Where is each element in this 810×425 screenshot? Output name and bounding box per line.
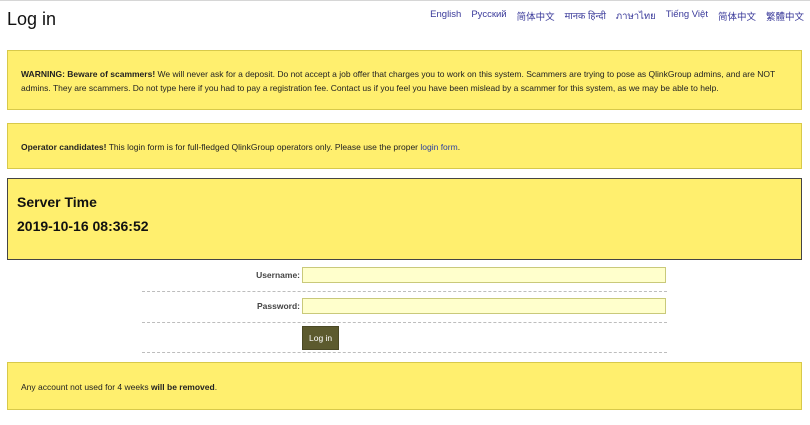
language-link-simplified-chinese[interactable]: 简体中文 [517, 9, 555, 24]
language-link-russian[interactable]: Русский [471, 9, 506, 24]
language-link-thai[interactable]: ภาษาไทย [616, 9, 656, 24]
username-label: Username: [256, 270, 300, 280]
username-row: Username: [142, 263, 667, 292]
submit-row: Log in [142, 323, 667, 353]
page-title: Log in [7, 9, 57, 29]
language-link-english[interactable]: English [430, 9, 461, 24]
operator-notice-text: This login form is for full-fledged Qlin… [106, 142, 421, 152]
login-form-link[interactable]: login form [420, 142, 457, 152]
account-removal-text: Any account not used for 4 weeks [21, 382, 151, 392]
server-time-value: 2019-10-16 08:36:52 [17, 218, 149, 234]
operator-notice-heading: Operator candidates! [21, 142, 107, 152]
operator-notice-box: Operator candidates! This login form is … [7, 123, 802, 169]
language-bar: English Русский 简体中文 मानक हिन्दी ภาษาไทย… [430, 9, 804, 24]
language-link-simplified-chinese-2[interactable]: 简体中文 [718, 9, 756, 24]
login-button[interactable]: Log in [302, 326, 340, 350]
username-input[interactable] [302, 267, 666, 283]
language-link-hindi[interactable]: मानक हिन्दी [565, 9, 606, 24]
language-link-traditional-chinese[interactable]: 繁體中文 [766, 9, 804, 24]
operator-notice-text-end: . [457, 142, 461, 152]
server-time-title: Server Time [17, 194, 97, 210]
account-removal-notice-box: Any account not used for 4 weeks will be… [7, 362, 802, 410]
scam-warning-box: WARNING: Beware of scammers! We will nev… [7, 50, 802, 110]
language-link-vietnamese[interactable]: Tiếng Việt [666, 9, 708, 24]
scam-warning-heading: WARNING: Beware of scammers! [21, 69, 156, 79]
top-divider [0, 0, 810, 1]
password-label: Password: [257, 301, 300, 311]
password-row: Password: [142, 292, 667, 323]
server-time-box: Server Time 2019-10-16 08:36:52 [7, 178, 802, 260]
password-input[interactable] [302, 298, 666, 314]
account-removal-emphasis: will be removed [150, 382, 215, 392]
account-removal-text-end: . [214, 382, 218, 392]
